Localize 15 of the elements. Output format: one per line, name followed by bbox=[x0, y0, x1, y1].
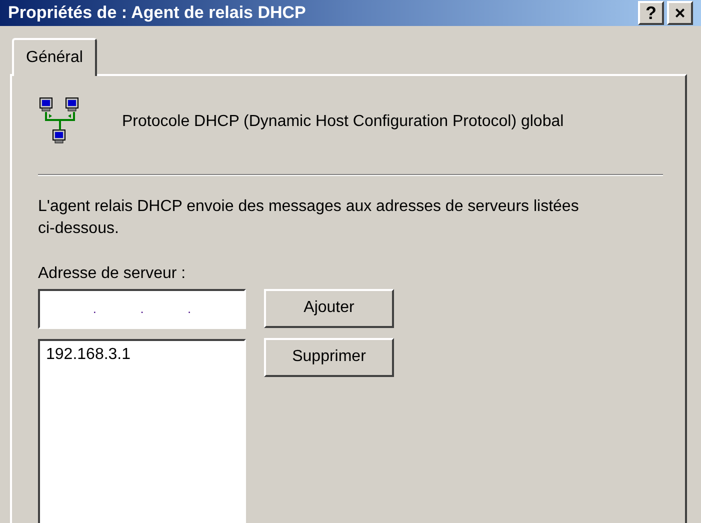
server-list-item[interactable]: 192.168.3.1 bbox=[44, 344, 133, 364]
tab[interactable]: Général bbox=[12, 38, 97, 76]
help-button[interactable]: ? bbox=[638, 0, 664, 25]
ip-separator: . bbox=[188, 300, 192, 318]
ip-separator: . bbox=[92, 300, 96, 318]
description-text: L'agent relais DHCP envoie des messages aux adresses de serveurs listées ci-dessous. bbox=[38, 196, 580, 238]
heading-text: Protocole DHCP (Dynamic Host Configuration Protocol) global bbox=[122, 112, 564, 132]
remove-button[interactable]: Supprimer bbox=[264, 338, 394, 376]
server-list[interactable]: 192.168.3.1 bbox=[38, 338, 246, 523]
ip-address-field[interactable]: . . . bbox=[38, 288, 246, 328]
add-button[interactable]: Ajouter bbox=[264, 288, 394, 328]
close-button[interactable]: × bbox=[667, 0, 693, 25]
ip-separator: . bbox=[140, 300, 144, 318]
field-label: Adresse de serveur : bbox=[38, 264, 187, 284]
window-title: Propriétés de : Agent de relais DHCP bbox=[8, 2, 306, 24]
